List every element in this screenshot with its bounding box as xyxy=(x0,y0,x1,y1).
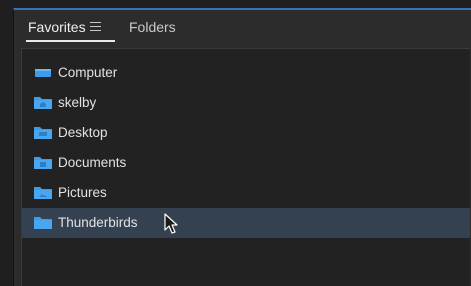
home-folder-icon xyxy=(34,97,52,109)
list-item-computer[interactable]: Computer xyxy=(22,58,470,88)
pictures-folder-icon xyxy=(34,187,52,199)
mouse-pointer-icon xyxy=(164,213,178,234)
list-item-pictures[interactable]: Pictures xyxy=(22,178,470,208)
active-tab-indicator xyxy=(26,40,115,42)
documents-folder-icon xyxy=(34,157,52,169)
list-item-label: Thunderbirds xyxy=(58,215,138,230)
desktop-folder-icon xyxy=(34,127,52,139)
panel-tab-bar: Favorites Folders xyxy=(14,10,471,48)
tab-favorites[interactable]: Favorites xyxy=(28,19,86,35)
list-item-documents[interactable]: Documents xyxy=(22,148,470,178)
folder-icon xyxy=(34,217,52,229)
favorites-list-area[interactable]: Computer skelby Desktop Documents Pictur… xyxy=(21,48,470,286)
list-item-label: skelby xyxy=(58,95,97,110)
computer-icon xyxy=(35,69,51,77)
app-window: Favorites Folders Computer skelby Deskto… xyxy=(0,0,471,286)
tab-folders[interactable]: Folders xyxy=(129,19,176,35)
list-item-skelby[interactable]: skelby xyxy=(22,88,470,118)
list-item-label: Pictures xyxy=(58,185,107,200)
list-item-label: Computer xyxy=(58,65,118,80)
favorites-panel: Favorites Folders Computer skelby Deskto… xyxy=(13,8,471,286)
list-item-desktop[interactable]: Desktop xyxy=(22,118,470,148)
list-item-thunderbirds[interactable]: Thunderbirds xyxy=(22,208,470,238)
list-item-label: Documents xyxy=(58,155,127,170)
hamburger-menu-icon[interactable] xyxy=(90,22,101,31)
list-item-label: Desktop xyxy=(58,125,108,140)
